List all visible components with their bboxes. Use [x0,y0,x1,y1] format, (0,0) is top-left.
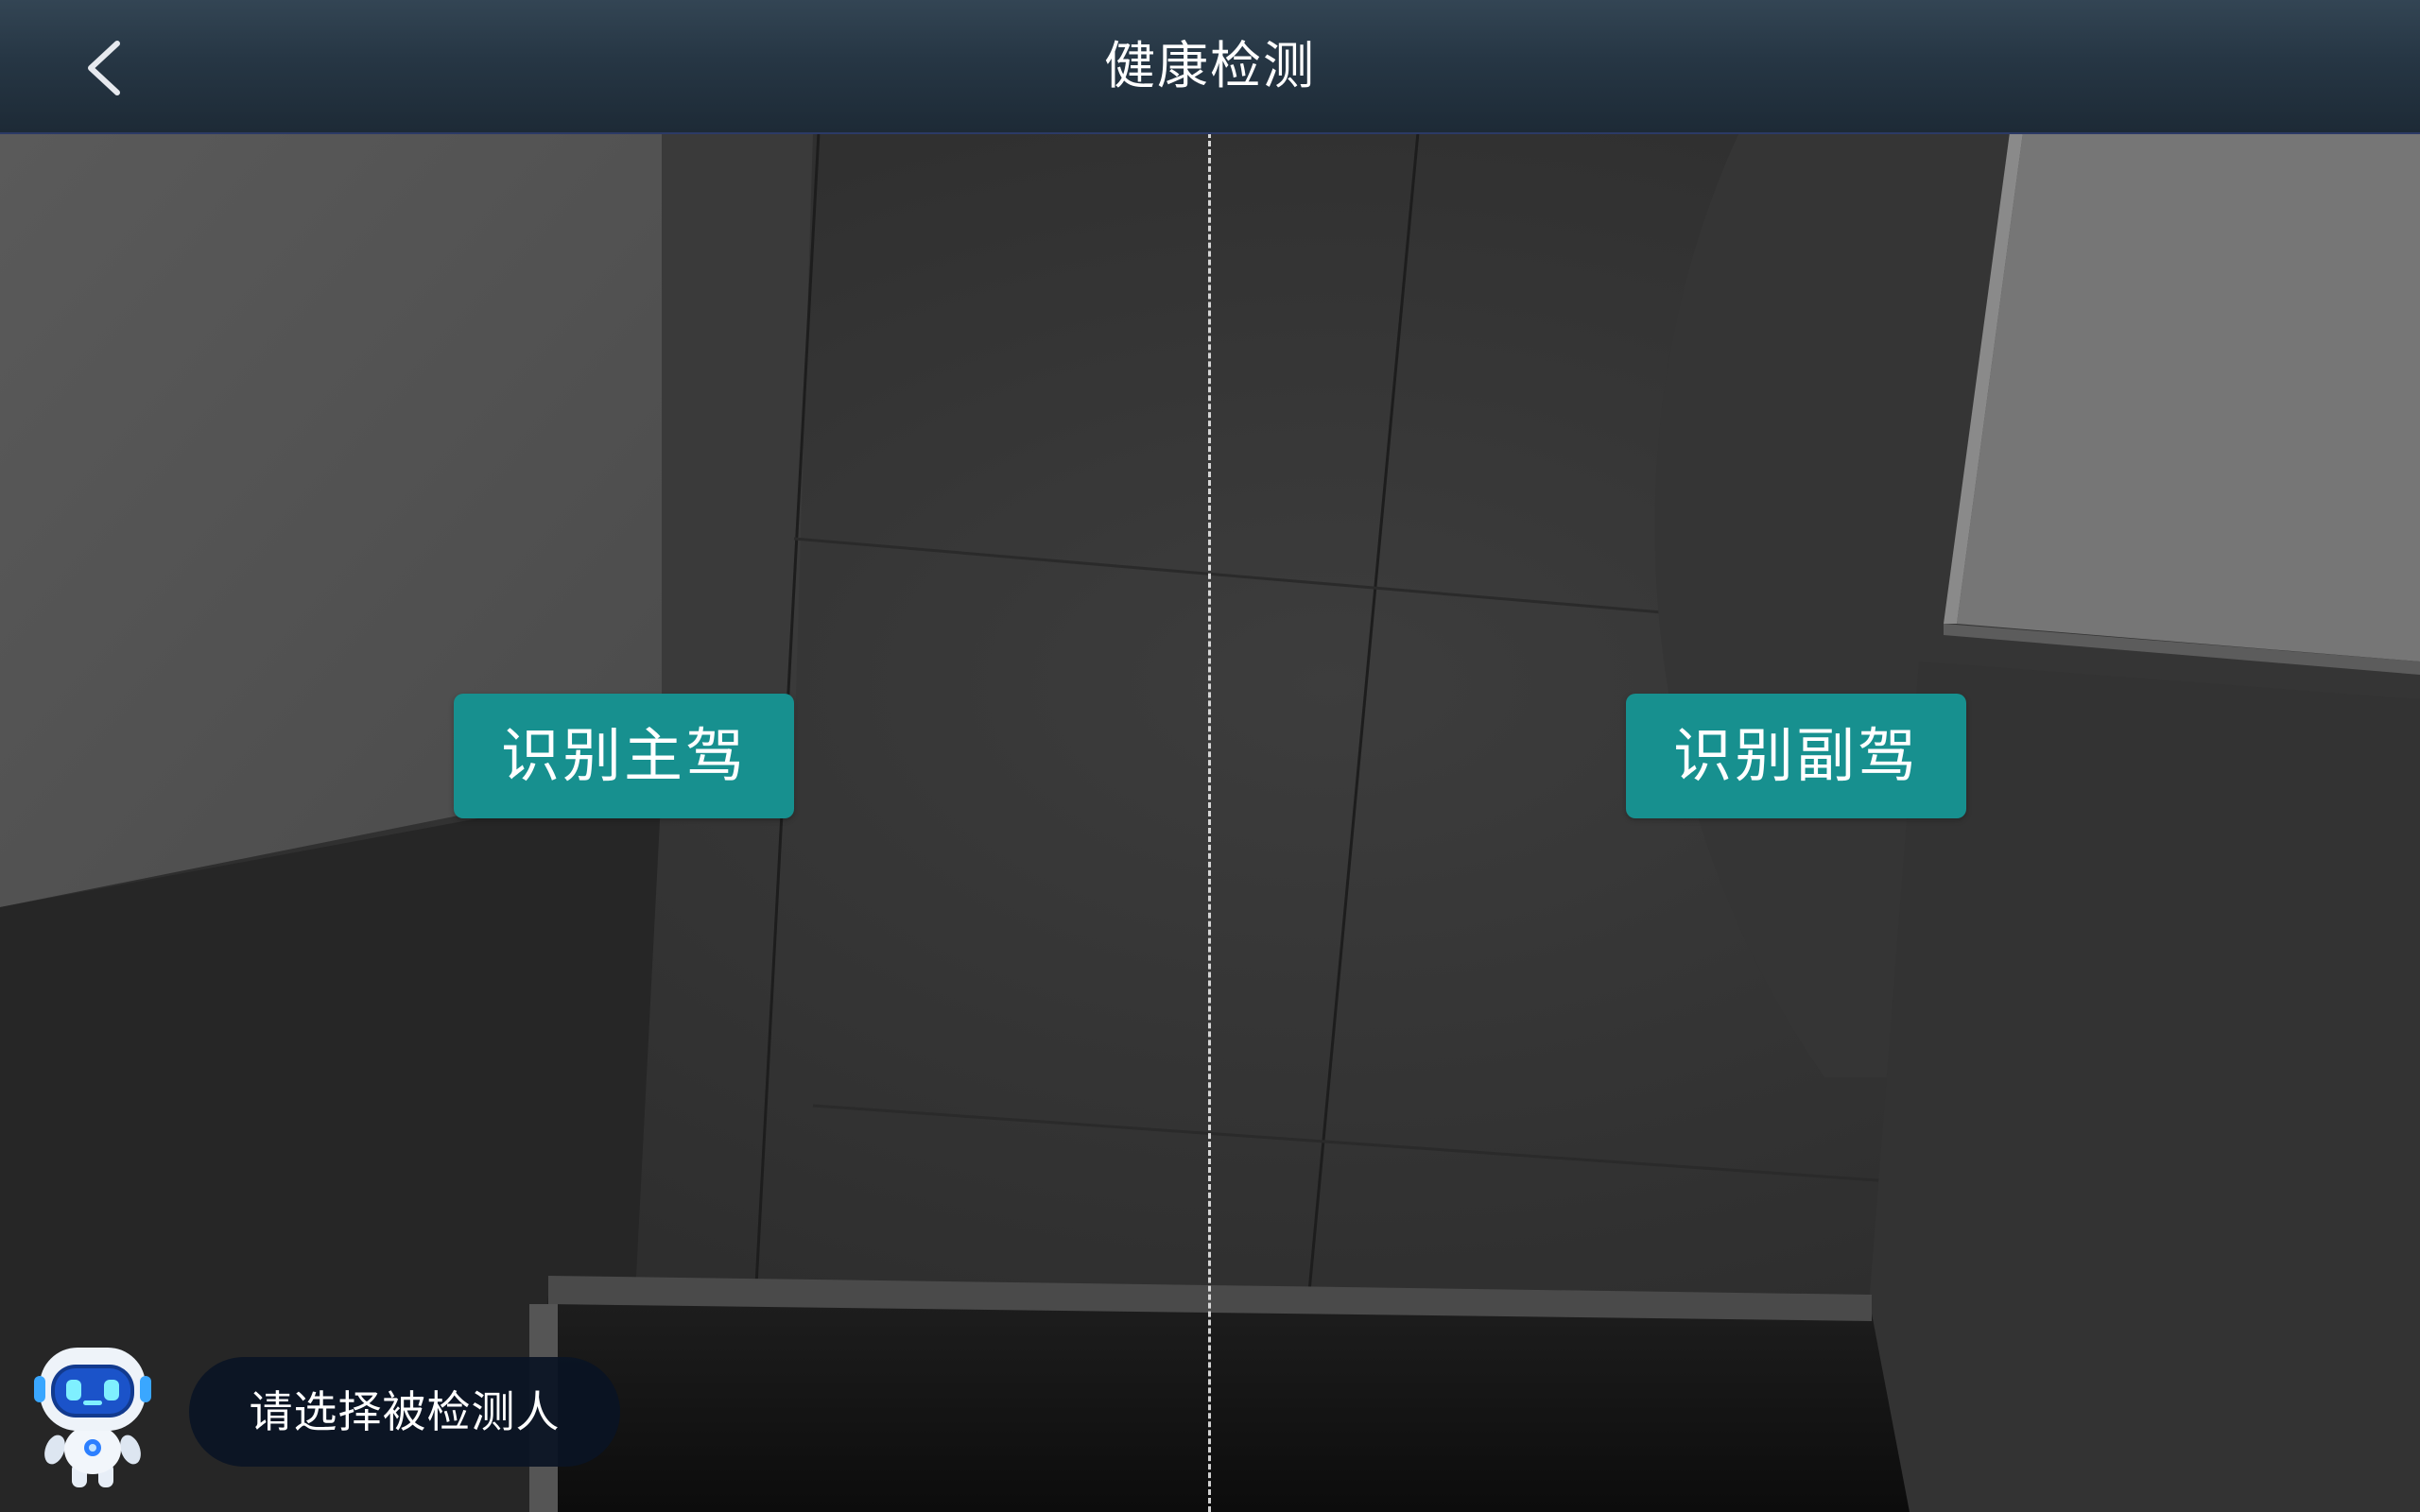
top-bar: 健康检测 [0,0,2420,134]
assistant-prompt-bubble: 请选择被检测人 [189,1357,620,1467]
page-title: 健康检测 [1104,36,1316,95]
robot-assistant-icon[interactable] [34,1344,151,1491]
camera-preview: 识别主驾 识别副驾 [0,132,2420,1512]
identify-copilot-button[interactable]: 识别副驾 [1626,694,1966,818]
health-check-screen: 健康检测 识别主驾 识别副驾 请选择被检测人 [0,0,2420,1512]
center-divider-line [1208,132,1211,1512]
identify-driver-button[interactable]: 识别主驾 [454,694,794,818]
